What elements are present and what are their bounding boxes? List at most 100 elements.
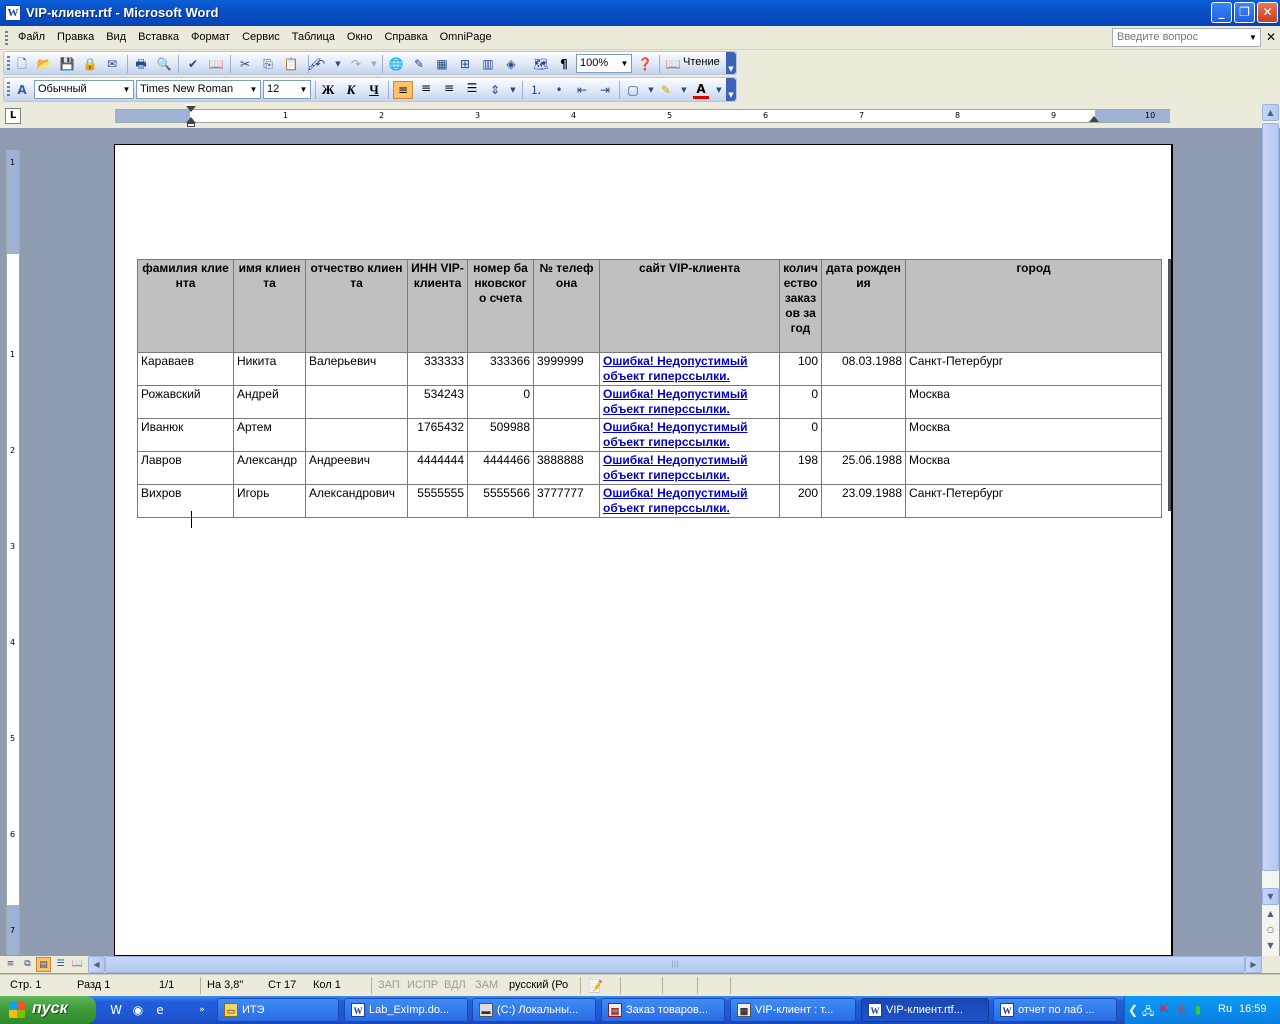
menu-grip[interactable]: [5, 31, 8, 45]
table-cell[interactable]: Санкт-Петербург: [905, 484, 1162, 518]
table-cell[interactable]: Караваев: [137, 352, 234, 386]
drawing-icon[interactable]: ◈: [503, 56, 519, 72]
header-cell[interactable]: сайт VIP-клиента: [599, 259, 780, 353]
table-cell[interactable]: Иванюк: [137, 418, 234, 452]
scroll-up-icon[interactable]: ▲: [1262, 104, 1279, 121]
table-cell[interactable]: Игорь: [233, 484, 306, 518]
header-cell[interactable]: ИНН VIP-клиента: [407, 259, 468, 353]
table-cell[interactable]: [533, 418, 600, 452]
menu-window[interactable]: Окно: [341, 31, 379, 43]
document-page[interactable]: фамилия клиента имя клиента отчество кли…: [114, 144, 1173, 956]
spelling-icon[interactable]: ✔: [185, 56, 201, 72]
minimize-button[interactable]: _: [1211, 2, 1232, 23]
header-cell[interactable]: № телефона: [533, 259, 600, 353]
underline-button[interactable]: Ч: [364, 81, 384, 99]
print-preview-icon[interactable]: 🔍: [156, 56, 172, 72]
left-indent-icon[interactable]: [187, 123, 195, 127]
menu-edit[interactable]: Правка: [51, 31, 100, 43]
table-cell[interactable]: 3777777: [533, 484, 600, 518]
table-cell[interactable]: [821, 385, 906, 419]
line-spacing-dropdown-icon[interactable]: ▼: [505, 82, 521, 98]
status-language[interactable]: русский (Ро: [509, 979, 568, 991]
status-overtype[interactable]: ЗАМ: [475, 979, 498, 991]
hyperlink-icon[interactable]: 🌐: [388, 56, 404, 72]
header-cell[interactable]: фамилия клиента: [137, 259, 234, 353]
table-cell[interactable]: Москва: [905, 451, 1162, 485]
menu-tools[interactable]: Сервис: [236, 31, 286, 43]
menu-omnipage[interactable]: OmniPage: [434, 31, 498, 43]
tables-borders-icon[interactable]: ✎: [411, 56, 427, 72]
table-cell[interactable]: Александрович: [305, 484, 408, 518]
table-cell[interactable]: Александр: [233, 451, 306, 485]
start-button[interactable]: пуск: [0, 996, 96, 1024]
header-cell[interactable]: имя клиента: [233, 259, 306, 353]
header-cell[interactable]: номер банковского счета: [467, 259, 534, 353]
line-spacing-icon[interactable]: ⇕: [487, 82, 503, 98]
status-extend[interactable]: ВДЛ: [444, 979, 466, 991]
web-view-icon[interactable]: ⧉: [20, 957, 35, 972]
table-cell[interactable]: Никита: [233, 352, 306, 386]
next-page-icon[interactable]: ▼: [1262, 938, 1279, 955]
chevron-down-icon[interactable]: ▼: [1247, 30, 1259, 45]
ask-question-input[interactable]: Введите вопрос ▼: [1112, 28, 1261, 47]
task-button[interactable]: W Lab_ExImp.do...: [344, 998, 468, 1022]
research-icon[interactable]: 📖: [208, 56, 224, 72]
undo-dropdown-icon[interactable]: ▼: [330, 56, 346, 72]
outline-view-icon[interactable]: ☰: [53, 957, 68, 972]
hyperlink-error-cell[interactable]: Ошибка! Недопустимый объект гиперссылки.: [599, 352, 780, 386]
table-cell[interactable]: 333366: [467, 352, 534, 386]
font-size-select[interactable]: 12 ▼: [263, 80, 311, 99]
close-button[interactable]: ✕: [1257, 2, 1278, 23]
menu-file[interactable]: Файл: [12, 31, 51, 43]
toolbar-options-icon[interactable]: ▼: [726, 52, 736, 74]
vertical-ruler[interactable]: 1 1 2 3 4 5 6 7: [6, 150, 20, 955]
table-cell[interactable]: Москва: [905, 418, 1162, 452]
previous-page-icon[interactable]: ▲: [1262, 906, 1279, 923]
table-cell[interactable]: [305, 418, 408, 452]
paste-icon[interactable]: 📋: [283, 56, 299, 72]
header-cell[interactable]: количество заказов за год: [779, 259, 822, 353]
table-cell[interactable]: [533, 385, 600, 419]
normal-view-icon[interactable]: ≡: [3, 957, 18, 972]
first-line-indent-icon[interactable]: [186, 106, 196, 112]
decrease-indent-icon[interactable]: ⇤: [574, 82, 590, 98]
redo-icon[interactable]: ↷: [348, 56, 364, 72]
word-app-icon[interactable]: W: [5, 5, 21, 21]
table-cell[interactable]: 0: [779, 385, 822, 419]
restore-button[interactable]: ❐: [1234, 2, 1255, 23]
tab-selector[interactable]: L: [5, 108, 21, 124]
task-button[interactable]: ▬ (C:) Локальны...: [472, 998, 596, 1022]
undo-icon[interactable]: ↶: [312, 56, 328, 72]
columns-icon[interactable]: ▥: [480, 56, 496, 72]
antivirus-icon[interactable]: K: [1160, 1003, 1168, 1015]
open-folder-icon[interactable]: 📂: [36, 56, 52, 72]
horizontal-ruler[interactable]: 1 2 3 4 5 6 7 8 9 10: [115, 104, 1170, 123]
horizontal-scroll-thumb[interactable]: |||: [105, 956, 1245, 973]
table-cell[interactable]: 5555566: [467, 484, 534, 518]
table-cell[interactable]: 5555555: [407, 484, 468, 518]
copy-icon[interactable]: ⎘: [260, 56, 276, 72]
status-record[interactable]: ЗАП: [378, 979, 400, 991]
hyperlink-error-cell[interactable]: Ошибка! Недопустимый объект гиперссылки.: [599, 385, 780, 419]
email-icon[interactable]: ✉: [104, 56, 120, 72]
highlight-dropdown-icon[interactable]: ▼: [676, 82, 692, 98]
reading-mode-button[interactable]: Чтение: [683, 56, 720, 68]
permission-icon[interactable]: 🔒: [82, 56, 98, 72]
tray-expand-icon[interactable]: ❮: [1128, 1003, 1138, 1017]
table-cell[interactable]: 1765432: [407, 418, 468, 452]
cut-icon[interactable]: ✂: [237, 56, 253, 72]
highlight-icon[interactable]: ✎: [658, 82, 674, 98]
table-cell[interactable]: Лавров: [137, 451, 234, 485]
table-cell[interactable]: Андреевич: [305, 451, 408, 485]
italic-button[interactable]: К: [341, 81, 361, 99]
save-icon[interactable]: 💾: [59, 56, 75, 72]
menu-format[interactable]: Формат: [185, 31, 236, 43]
table-cell[interactable]: Валерьевич: [305, 352, 408, 386]
signal-icon[interactable]: ▮: [1195, 1003, 1201, 1016]
table-cell[interactable]: Вихров: [137, 484, 234, 518]
status-track-changes[interactable]: ИСПР: [407, 979, 438, 991]
table-cell[interactable]: 3999999: [533, 352, 600, 386]
table-cell[interactable]: 4444466: [467, 451, 534, 485]
table-cell[interactable]: 4444444: [407, 451, 468, 485]
insert-excel-icon[interactable]: ⊞: [457, 56, 473, 72]
